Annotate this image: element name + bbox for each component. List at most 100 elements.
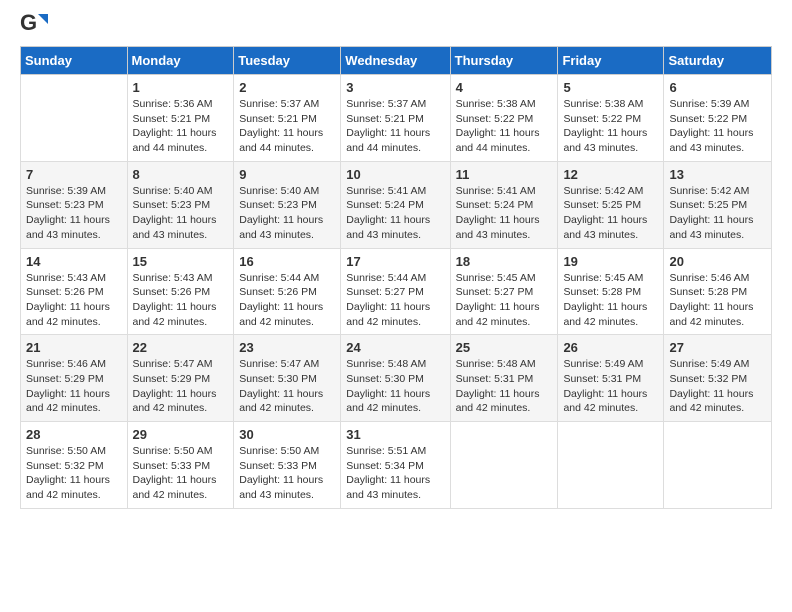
day-info: Sunrise: 5:40 AM Sunset: 5:23 PM Dayligh… [133,184,229,243]
day-info: Sunrise: 5:44 AM Sunset: 5:26 PM Dayligh… [239,271,335,330]
calendar-cell: 28 Sunrise: 5:50 AM Sunset: 5:32 PM Dayli… [21,422,128,509]
calendar-cell: 23 Sunrise: 5:47 AM Sunset: 5:30 PM Dayli… [234,335,341,422]
calendar-cell [664,422,772,509]
calendar-cell: 21Sunrise: 5:46 AM Sunset: 5:29 PM Dayli… [21,335,128,422]
calendar-cell: 4 Sunrise: 5:38 AM Sunset: 5:22 PM Daylig… [450,75,558,162]
day-number: 17 [346,254,444,269]
day-number: 18 [456,254,553,269]
day-of-week-header: Wednesday [341,47,450,75]
day-number: 29 [133,427,229,442]
day-number: 16 [239,254,335,269]
day-number: 7 [26,167,122,182]
day-info: Sunrise: 5:50 AM Sunset: 5:33 PM Dayligh… [133,444,229,503]
day-info: Sunrise: 5:39 AM Sunset: 5:22 PM Dayligh… [669,97,766,156]
calendar-cell: 16 Sunrise: 5:44 AM Sunset: 5:26 PM Dayli… [234,248,341,335]
day-number: 11 [456,167,553,182]
svg-text:G: G [20,10,37,35]
day-number: 10 [346,167,444,182]
calendar-cell: 6Sunrise: 5:39 AM Sunset: 5:22 PM Daylig… [664,75,772,162]
day-info: Sunrise: 5:48 AM Sunset: 5:30 PM Dayligh… [346,357,444,416]
logo-icon: G [20,10,48,38]
calendar-week-row: 28 Sunrise: 5:50 AM Sunset: 5:32 PM Dayli… [21,422,772,509]
day-number: 19 [563,254,658,269]
day-number: 15 [133,254,229,269]
calendar-cell: 5 Sunrise: 5:38 AM Sunset: 5:22 PM Daylig… [558,75,664,162]
day-info: Sunrise: 5:50 AM Sunset: 5:33 PM Dayligh… [239,444,335,503]
calendar-cell: 12 Sunrise: 5:42 AM Sunset: 5:25 PM Dayli… [558,161,664,248]
day-info: Sunrise: 5:37 AM Sunset: 5:21 PM Dayligh… [346,97,444,156]
day-info: Sunrise: 5:47 AM Sunset: 5:30 PM Dayligh… [239,357,335,416]
day-info: Sunrise: 5:38 AM Sunset: 5:22 PM Dayligh… [456,97,553,156]
day-of-week-header: Sunday [21,47,128,75]
calendar-cell: 30 Sunrise: 5:50 AM Sunset: 5:33 PM Dayli… [234,422,341,509]
day-info: Sunrise: 5:49 AM Sunset: 5:32 PM Dayligh… [669,357,766,416]
calendar-cell: 15 Sunrise: 5:43 AM Sunset: 5:26 PM Dayli… [127,248,234,335]
calendar-cell: 17 Sunrise: 5:44 AM Sunset: 5:27 PM Dayli… [341,248,450,335]
calendar-week-row: 1 Sunrise: 5:36 AM Sunset: 5:21 PM Daylig… [21,75,772,162]
day-number: 14 [26,254,122,269]
calendar-cell: 11Sunrise: 5:41 AM Sunset: 5:24 PM Dayli… [450,161,558,248]
calendar-cell: 13 Sunrise: 5:42 AM Sunset: 5:25 PM Dayli… [664,161,772,248]
logo: G [20,10,52,38]
day-of-week-header: Thursday [450,47,558,75]
calendar-cell: 8 Sunrise: 5:40 AM Sunset: 5:23 PM Daylig… [127,161,234,248]
calendar-cell: 26 Sunrise: 5:49 AM Sunset: 5:31 PM Dayli… [558,335,664,422]
day-of-week-header: Monday [127,47,234,75]
day-number: 27 [669,340,766,355]
day-number: 25 [456,340,553,355]
day-number: 1 [133,80,229,95]
calendar-cell: 19 Sunrise: 5:45 AM Sunset: 5:28 PM Dayli… [558,248,664,335]
day-info: Sunrise: 5:48 AM Sunset: 5:31 PM Dayligh… [456,357,553,416]
day-number: 4 [456,80,553,95]
calendar-cell: 27 Sunrise: 5:49 AM Sunset: 5:32 PM Dayli… [664,335,772,422]
day-info: Sunrise: 5:49 AM Sunset: 5:31 PM Dayligh… [563,357,658,416]
day-info: Sunrise: 5:43 AM Sunset: 5:26 PM Dayligh… [26,271,122,330]
calendar-week-row: 14 Sunrise: 5:43 AM Sunset: 5:26 PM Dayli… [21,248,772,335]
day-info: Sunrise: 5:42 AM Sunset: 5:25 PM Dayligh… [563,184,658,243]
day-number: 20 [669,254,766,269]
calendar-cell: 29 Sunrise: 5:50 AM Sunset: 5:33 PM Dayli… [127,422,234,509]
calendar-cell: 9Sunrise: 5:40 AM Sunset: 5:23 PM Daylig… [234,161,341,248]
day-info: Sunrise: 5:46 AM Sunset: 5:29 PM Dayligh… [26,357,122,416]
day-number: 26 [563,340,658,355]
day-number: 9 [239,167,335,182]
day-info: Sunrise: 5:36 AM Sunset: 5:21 PM Dayligh… [133,97,229,156]
day-number: 23 [239,340,335,355]
day-of-week-header: Friday [558,47,664,75]
day-number: 3 [346,80,444,95]
day-number: 8 [133,167,229,182]
day-of-week-header: Saturday [664,47,772,75]
calendar-cell: 24 Sunrise: 5:48 AM Sunset: 5:30 PM Dayli… [341,335,450,422]
day-of-week-header: Tuesday [234,47,341,75]
calendar-cell: 10 Sunrise: 5:41 AM Sunset: 5:24 PM Dayli… [341,161,450,248]
calendar-cell: 25 Sunrise: 5:48 AM Sunset: 5:31 PM Dayli… [450,335,558,422]
day-info: Sunrise: 5:45 AM Sunset: 5:27 PM Dayligh… [456,271,553,330]
calendar-cell: 1 Sunrise: 5:36 AM Sunset: 5:21 PM Daylig… [127,75,234,162]
calendar-cell [558,422,664,509]
day-number: 5 [563,80,658,95]
day-number: 24 [346,340,444,355]
day-info: Sunrise: 5:50 AM Sunset: 5:32 PM Dayligh… [26,444,122,503]
calendar-cell: 7Sunrise: 5:39 AM Sunset: 5:23 PM Daylig… [21,161,128,248]
day-info: Sunrise: 5:45 AM Sunset: 5:28 PM Dayligh… [563,271,658,330]
day-info: Sunrise: 5:43 AM Sunset: 5:26 PM Dayligh… [133,271,229,330]
day-info: Sunrise: 5:46 AM Sunset: 5:28 PM Dayligh… [669,271,766,330]
calendar-cell: 22 Sunrise: 5:47 AM Sunset: 5:29 PM Dayli… [127,335,234,422]
day-number: 13 [669,167,766,182]
day-info: Sunrise: 5:47 AM Sunset: 5:29 PM Dayligh… [133,357,229,416]
day-number: 30 [239,427,335,442]
calendar-cell [450,422,558,509]
day-number: 22 [133,340,229,355]
day-number: 12 [563,167,658,182]
day-info: Sunrise: 5:38 AM Sunset: 5:22 PM Dayligh… [563,97,658,156]
calendar-cell: 2 Sunrise: 5:37 AM Sunset: 5:21 PM Daylig… [234,75,341,162]
day-info: Sunrise: 5:41 AM Sunset: 5:24 PM Dayligh… [346,184,444,243]
day-number: 2 [239,80,335,95]
calendar-cell: 3 Sunrise: 5:37 AM Sunset: 5:21 PM Daylig… [341,75,450,162]
day-info: Sunrise: 5:37 AM Sunset: 5:21 PM Dayligh… [239,97,335,156]
calendar-cell: 31Sunrise: 5:51 AM Sunset: 5:34 PM Dayli… [341,422,450,509]
day-number: 28 [26,427,122,442]
day-info: Sunrise: 5:42 AM Sunset: 5:25 PM Dayligh… [669,184,766,243]
day-info: Sunrise: 5:51 AM Sunset: 5:34 PM Dayligh… [346,444,444,503]
day-info: Sunrise: 5:44 AM Sunset: 5:27 PM Dayligh… [346,271,444,330]
